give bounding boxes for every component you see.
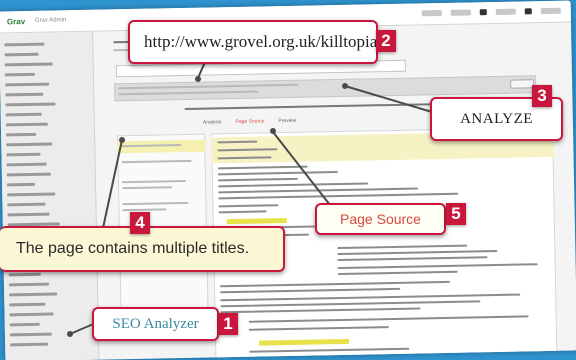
callout-badge-4: 4 — [130, 212, 150, 234]
connector-url-dot — [195, 76, 201, 82]
callout-url: http://www.grovel.org.uk/killtopia — [128, 20, 378, 64]
connector-analyze — [344, 85, 433, 113]
connector-titles — [102, 139, 123, 229]
connector-url — [197, 61, 206, 79]
connector-source-dot — [270, 128, 276, 134]
callout-page-source-text: Page Source — [340, 211, 421, 227]
callout-analyze-text: ANALYZE — [460, 110, 533, 127]
callout-badge-3: 3 — [532, 85, 552, 107]
connector-analyze-dot — [342, 83, 348, 89]
callout-url-text: http://www.grovel.org.uk/killtopia — [144, 32, 378, 51]
connector-seo-dot — [67, 331, 73, 337]
callout-seo-analyzer: SEO Analyzer — [92, 307, 219, 341]
connector-source — [272, 131, 331, 206]
callout-multiple-titles-text: The page contains multiple titles. — [16, 240, 250, 257]
callout-badge-1: 1 — [218, 313, 238, 335]
callout-page-source: Page Source — [315, 203, 446, 235]
connector-titles-dot — [119, 137, 125, 143]
callout-badge-5: 5 — [446, 203, 466, 225]
callout-seo-analyzer-text: SEO Analyzer — [112, 315, 199, 332]
callout-badge-2: 2 — [376, 30, 396, 52]
